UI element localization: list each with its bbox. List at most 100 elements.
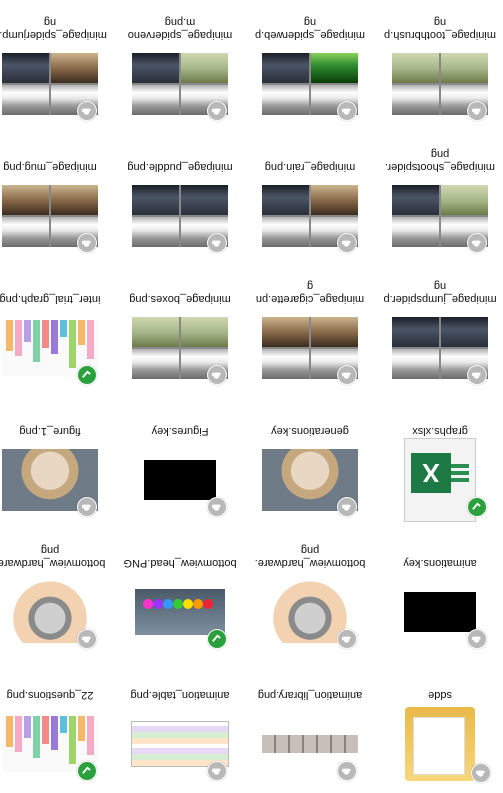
file-item[interactable]: minipage_spiderweb.png xyxy=(251,7,369,133)
file-name: minipage_rain.png xyxy=(264,161,356,173)
cloud-icon xyxy=(472,637,482,644)
file-name: sdde xyxy=(428,689,452,701)
file-name: minipage_mug.png xyxy=(3,161,97,173)
sync-status-icon xyxy=(337,233,357,253)
cloud-icon xyxy=(472,241,482,248)
cloud-icon xyxy=(342,373,352,380)
sync-status-icon xyxy=(467,101,487,121)
cloud-icon xyxy=(212,769,222,776)
cloud-icon xyxy=(82,109,92,116)
file-item[interactable]: animations.key xyxy=(381,535,499,661)
cloud-icon xyxy=(472,109,482,116)
check-icon xyxy=(472,502,482,511)
sync-status-icon xyxy=(207,497,227,517)
file-name: Figures.key xyxy=(151,425,209,437)
file-item[interactable]: minipage_boxes.png xyxy=(121,271,239,397)
file-item[interactable]: minipage_spidervenom.png xyxy=(121,7,239,133)
cloud-icon xyxy=(212,505,222,512)
file-item[interactable]: minipage_jumpspider.png xyxy=(381,271,499,397)
file-item[interactable]: bottomview_hardware.png xyxy=(251,535,369,661)
sync-status-icon xyxy=(337,629,357,649)
cloud-icon xyxy=(342,109,352,116)
file-item[interactable]: bottomview_hardware.png xyxy=(0,535,109,661)
file-item[interactable]: minipage_rain.png xyxy=(251,139,369,265)
sync-status-icon xyxy=(77,761,97,781)
file-item[interactable]: minipage_cigarette.png xyxy=(251,271,369,397)
table-thumbnail xyxy=(131,721,229,767)
file-grid: sdde animation_library.png animation_table… xyxy=(0,0,503,793)
file-item[interactable]: minipage_toothbrush.png xyxy=(381,7,499,133)
file-name: bottomview_hardware.png xyxy=(0,544,106,569)
cloud-icon xyxy=(212,109,222,116)
sync-status-icon xyxy=(207,101,227,121)
sync-status-icon xyxy=(207,233,227,253)
sync-status-icon xyxy=(471,763,491,783)
cloud-icon xyxy=(342,637,352,644)
file-item[interactable]: generations.key xyxy=(251,403,369,529)
file-item[interactable]: animation_table.png xyxy=(121,667,239,793)
keynote-thumbnail xyxy=(404,592,476,632)
cloud-icon xyxy=(82,637,92,644)
sync-status-icon xyxy=(467,629,487,649)
file-name: figure_1.png xyxy=(19,425,81,437)
cloud-icon xyxy=(342,241,352,248)
file-item[interactable]: Figures.key xyxy=(121,403,239,529)
sync-status-icon xyxy=(77,629,97,649)
sync-status-icon xyxy=(77,233,97,253)
cloud-icon xyxy=(82,241,92,248)
cloud-icon xyxy=(212,241,222,248)
render-thumbnail xyxy=(135,589,225,635)
file-name: generations.key xyxy=(271,425,349,437)
file-item[interactable]: minipage_mug.png xyxy=(0,139,109,265)
file-item[interactable]: minipage_spiderjump.png xyxy=(0,7,109,133)
sync-status-icon xyxy=(207,629,227,649)
sync-status-icon xyxy=(207,761,227,781)
file-item[interactable]: bottomview_head.PNG xyxy=(121,535,239,661)
file-name: animations.key xyxy=(403,557,477,569)
file-name: minipage_spiderweb.png xyxy=(254,16,366,41)
keynote-thumbnail xyxy=(144,460,216,500)
file-item[interactable]: animation_library.png xyxy=(251,667,369,793)
cloud-icon xyxy=(342,505,352,512)
sync-status-icon xyxy=(77,101,97,121)
sync-status-icon xyxy=(467,365,487,385)
file-name: minipage_spidervenom.png xyxy=(127,16,233,41)
file-name: 22_questions.png xyxy=(6,689,94,701)
sync-status-icon xyxy=(337,365,357,385)
file-item[interactable]: Xgraphs.xlsx xyxy=(381,403,499,529)
file-name: inter_trial_graph.png xyxy=(0,293,101,305)
file-name: bottomview_head.PNG xyxy=(123,557,237,569)
file-item[interactable]: 22_questions.png xyxy=(0,667,109,793)
cloud-icon xyxy=(82,505,92,512)
cloud-icon xyxy=(476,771,486,778)
file-name: bottomview_hardware.png xyxy=(254,544,366,569)
file-name: minipage_spiderjump.png xyxy=(0,16,107,41)
file-item[interactable]: sdde xyxy=(381,667,499,793)
sync-status-icon xyxy=(467,497,487,517)
file-name: graphs.xlsx xyxy=(412,425,468,437)
sync-status-icon xyxy=(77,497,97,517)
file-name: minipage_shootspider.png xyxy=(384,148,496,173)
sync-status-icon xyxy=(337,761,357,781)
sync-status-icon xyxy=(337,101,357,121)
file-name: minipage_toothbrush.png xyxy=(384,16,496,41)
strip-thumbnail xyxy=(262,735,358,753)
sync-status-icon xyxy=(77,365,97,385)
file-name: minipage_boxes.png xyxy=(129,293,231,305)
file-item[interactable]: minipage_shootspider.png xyxy=(381,139,499,265)
file-name: minipage_cigarette.png xyxy=(255,280,365,305)
check-icon xyxy=(82,370,92,379)
file-name: minipage_jumpspider.png xyxy=(383,280,497,305)
check-icon xyxy=(82,766,92,775)
sync-status-icon xyxy=(337,497,357,517)
excel-file-icon: X xyxy=(404,438,476,522)
file-item[interactable]: figure_1.png xyxy=(0,403,109,529)
file-name: animation_table.png xyxy=(130,689,230,701)
file-item[interactable]: minipage_puddle.png xyxy=(121,139,239,265)
file-name: animation_library.png xyxy=(257,689,363,701)
check-icon xyxy=(212,634,222,643)
cloud-icon xyxy=(212,373,222,380)
file-item[interactable]: inter_trial_graph.png xyxy=(0,271,109,397)
file-name: minipage_puddle.png xyxy=(127,161,233,173)
sync-status-icon xyxy=(207,365,227,385)
